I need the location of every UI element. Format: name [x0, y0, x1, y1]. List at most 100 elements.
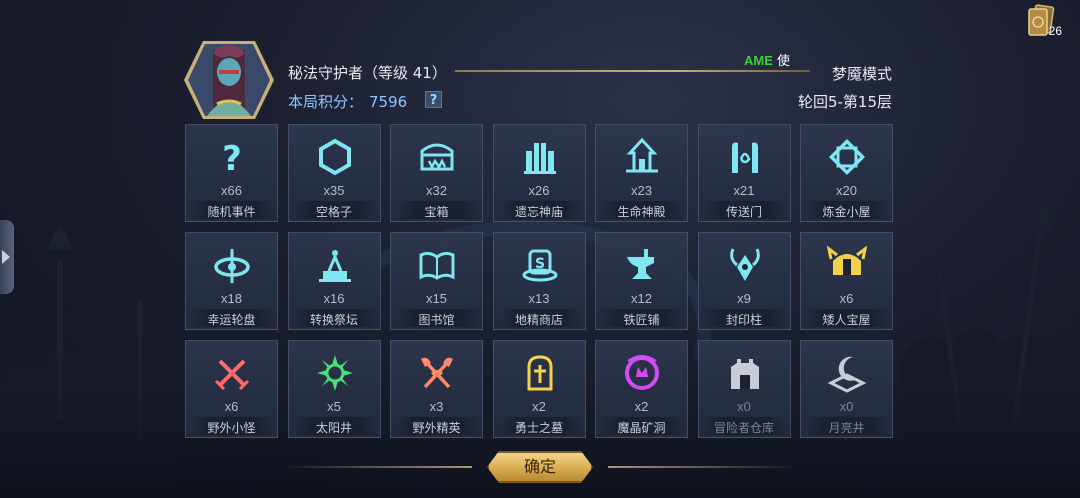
- confirm-divider-right: [608, 466, 798, 468]
- tile-crossed-axes[interactable]: x3 野外精英: [390, 340, 483, 438]
- sun-well-icon: [316, 355, 353, 391]
- shrine-icon: [626, 137, 658, 173]
- score-row: 本局积分： 7596: [288, 91, 407, 112]
- tile-tombstone[interactable]: x2 勇士之墓: [492, 340, 586, 438]
- warehouse-icon: [730, 359, 759, 389]
- map-statistics-grid: ? x66 随机事件 x35 空格子 x32 宝箱 x26 遗忘神庙 x23 生命神殿 x21 传送门 x…: [185, 124, 895, 440]
- moon-well-icon: [827, 356, 867, 393]
- tile-warehouse[interactable]: x0 冒险者仓库: [697, 340, 791, 438]
- tile-count: x6: [839, 291, 854, 306]
- tile-count: x66: [221, 183, 242, 198]
- portal-gate-icon: [731, 142, 758, 173]
- tile-count: x13: [528, 291, 550, 306]
- tile-name: 炼金小屋: [822, 205, 871, 219]
- tile-altar[interactable]: x16 转换祭坛: [287, 232, 381, 330]
- help-button[interactable]: ?: [425, 91, 442, 108]
- round-label: 轮回5-第15层: [797, 93, 892, 111]
- tile-count: x23: [631, 183, 652, 198]
- tile-hexagon[interactable]: x35 空格子: [287, 124, 381, 222]
- tile-name: 地精商店: [514, 313, 563, 327]
- tile-name: 矮人宝屋: [822, 313, 871, 327]
- tile-dwarf-helmet[interactable]: x6 矮人宝屋: [800, 232, 893, 330]
- dwarf-helmet-icon: [827, 245, 867, 275]
- crossed-swords-icon: [214, 359, 250, 391]
- tile-moon-well[interactable]: x0 月亮井: [800, 340, 893, 438]
- tile-count: x35: [323, 183, 345, 198]
- tile-name: 遗忘神庙: [514, 205, 563, 219]
- anvil-icon: [627, 249, 654, 279]
- seal-pillar-icon: [729, 248, 760, 281]
- tile-count: x3: [429, 399, 444, 414]
- tile-alchemy-star[interactable]: x20 炼金小屋: [800, 124, 893, 222]
- overlay-white-text: 使: [777, 54, 791, 69]
- question-mark-icon: ?: [222, 139, 242, 177]
- tile-name: 幸运轮盘: [207, 313, 256, 327]
- tile-name: 随机事件: [207, 205, 256, 219]
- tile-count: x15: [426, 291, 447, 306]
- tile-count: x12: [631, 291, 652, 306]
- svg-text:?: ?: [222, 139, 242, 177]
- tile-anvil[interactable]: x12 铁匠铺: [595, 232, 688, 330]
- tile-count: x6: [224, 399, 239, 414]
- hexagon-icon: [318, 138, 351, 176]
- tile-treasure-chest[interactable]: x32 宝箱: [390, 124, 483, 222]
- tile-name: 勇士之墓: [514, 421, 563, 435]
- tile-spirit-shop[interactable]: Sx13 地精商店: [492, 232, 586, 330]
- tile-count: x0: [839, 399, 854, 414]
- treasure-chest-icon: [420, 143, 454, 171]
- tile-seal-pillar[interactable]: x9 封印柱: [697, 232, 791, 330]
- tile-count: x2: [634, 399, 649, 414]
- confirm-button[interactable]: 确定: [487, 451, 593, 483]
- card-count: 26: [1048, 24, 1062, 38]
- spirit-shop-icon: S: [522, 249, 557, 282]
- crystal-mine-icon: [625, 355, 659, 390]
- tile-count: x2: [532, 399, 546, 414]
- tile-open-book[interactable]: x15 图书馆: [390, 232, 483, 330]
- tile-count: x21: [733, 183, 755, 198]
- crossed-axes-icon: [421, 357, 453, 389]
- tile-crystal-mine[interactable]: x2 魔晶矿洞: [595, 340, 688, 438]
- tile-count: x32: [426, 183, 447, 198]
- tile-name: 魔晶矿洞: [617, 421, 666, 435]
- tile-count: x5: [327, 399, 341, 414]
- tile-name: 转换祭坛: [309, 313, 358, 327]
- player-name: 秘法守护者（等级 41）: [288, 64, 447, 82]
- tile-name: 野外精英: [412, 421, 461, 435]
- tile-portal-gate[interactable]: x21 传送门: [697, 124, 791, 222]
- tile-sun-well[interactable]: x5 太阳井: [287, 340, 381, 438]
- score-label: 本局积分：: [288, 93, 364, 111]
- overlay-text: AME 使: [744, 50, 790, 69]
- tile-crossed-swords[interactable]: x6 野外小怪: [185, 340, 278, 438]
- tile-name: 冒险者仓库: [713, 421, 774, 435]
- side-expand-tab[interactable]: [0, 220, 14, 294]
- tile-name: 月亮井: [828, 421, 865, 435]
- temple-pillars-icon: [523, 143, 556, 174]
- tile-name: 空格子: [315, 205, 352, 219]
- tile-count: x20: [836, 183, 857, 198]
- svg-text:S: S: [534, 256, 544, 272]
- tile-name: 太阳井: [315, 421, 352, 435]
- tile-name: 图书馆: [418, 313, 455, 327]
- tile-temple-pillars[interactable]: x26 遗忘神庙: [492, 124, 586, 222]
- open-book-icon: [419, 251, 455, 280]
- avatar[interactable]: [183, 40, 275, 120]
- tile-name: 铁匠铺: [623, 313, 660, 327]
- roulette-wheel-icon: [214, 249, 250, 283]
- tombstone-icon: [527, 355, 552, 391]
- tile-count: x26: [528, 183, 550, 198]
- tile-name: 生命神殿: [617, 205, 666, 219]
- alchemy-star-icon: [828, 138, 866, 176]
- tile-name: 传送门: [725, 205, 762, 219]
- tile-name: 宝箱: [424, 205, 449, 219]
- tile-roulette-wheel[interactable]: x18 幸运轮盘: [185, 232, 278, 330]
- tile-count: x18: [221, 291, 242, 306]
- tile-shrine[interactable]: x23 生命神殿: [595, 124, 688, 222]
- tile-question-mark[interactable]: ? x66 随机事件: [185, 124, 278, 222]
- tile-count: x0: [737, 399, 751, 414]
- tile-name: 野外小怪: [207, 421, 256, 435]
- tile-name: 封印柱: [725, 313, 762, 327]
- mode-label: 梦魇模式: [831, 65, 892, 83]
- altar-icon: [318, 250, 351, 282]
- confirm-divider-left: [282, 466, 472, 468]
- tile-count: x9: [737, 291, 751, 306]
